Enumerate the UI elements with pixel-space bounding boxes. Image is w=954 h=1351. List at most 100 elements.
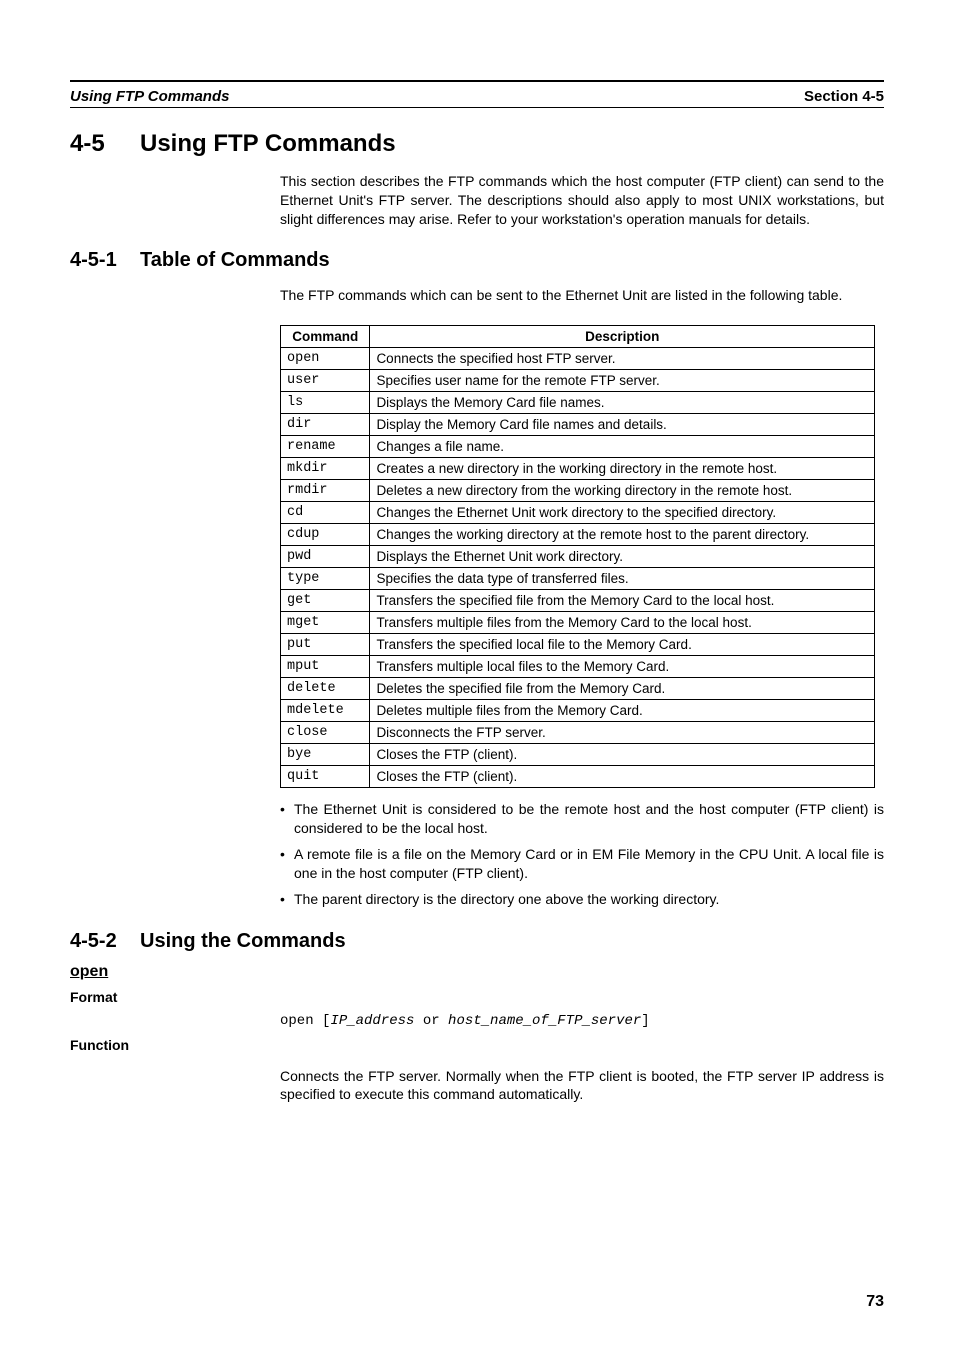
cmd-cell: dir — [281, 413, 370, 435]
subsection-1-intro: The FTP commands which can be sent to th… — [280, 286, 884, 305]
code-arg-ipaddress: IP_address — [330, 1013, 414, 1029]
cmd-cell: delete — [281, 677, 370, 699]
table-row: renameChanges a file name. — [281, 435, 875, 457]
desc-cell: Transfers multiple files from the Memory… — [370, 611, 875, 633]
note-text: The parent directory is the directory on… — [294, 890, 719, 910]
desc-cell: Transfers the specified file from the Me… — [370, 589, 875, 611]
table-row: quitCloses the FTP (client). — [281, 765, 875, 787]
table-row: getTransfers the specified file from the… — [281, 589, 875, 611]
subsection-1-number: 4-5-1 — [70, 249, 140, 272]
desc-cell: Changes the working directory at the rem… — [370, 523, 875, 545]
cmd-cell: quit — [281, 765, 370, 787]
open-format-code: open [IP_address or host_name_of_FTP_ser… — [280, 1013, 884, 1029]
desc-cell: Deletes a new directory from the working… — [370, 479, 875, 501]
cmd-cell: get — [281, 589, 370, 611]
desc-cell: Changes a file name. — [370, 435, 875, 457]
cmd-cell: pwd — [281, 545, 370, 567]
function-label: Function — [70, 1037, 884, 1053]
code-arg-hostname: host_name_of_FTP_server — [448, 1013, 641, 1029]
cmd-cell: user — [281, 369, 370, 391]
running-head-right: Section 4-5 — [804, 88, 884, 105]
cmd-cell: mdelete — [281, 699, 370, 721]
desc-cell: Display the Memory Card file names and d… — [370, 413, 875, 435]
table-row: dirDisplay the Memory Card file names an… — [281, 413, 875, 435]
desc-cell: Displays the Memory Card file names. — [370, 391, 875, 413]
open-function-text: Connects the FTP server. Normally when t… — [280, 1067, 884, 1105]
cmd-cell: mkdir — [281, 457, 370, 479]
table-header-row: Command Description — [281, 325, 875, 347]
cmd-cell: rename — [281, 435, 370, 457]
desc-cell: Connects the specified host FTP server. — [370, 347, 875, 369]
commands-table: Command Description openConnects the spe… — [280, 325, 875, 788]
desc-cell: Specifies the data type of transferred f… — [370, 567, 875, 589]
desc-cell: Disconnects the FTP server. — [370, 721, 875, 743]
cmd-cell: mget — [281, 611, 370, 633]
notes-list: •The Ethernet Unit is considered to be t… — [280, 800, 884, 910]
desc-cell: Deletes multiple files from the Memory C… — [370, 699, 875, 721]
subsection-2-number: 4-5-2 — [70, 930, 140, 953]
rule-top-thick — [70, 80, 884, 82]
code-prefix: open [ — [280, 1013, 330, 1029]
table-row: deleteDeletes the specified file from th… — [281, 677, 875, 699]
table-row: rmdirDeletes a new directory from the wo… — [281, 479, 875, 501]
table-row: cdChanges the Ethernet Unit work directo… — [281, 501, 875, 523]
code-or: or — [414, 1013, 448, 1029]
table-row: typeSpecifies the data type of transferr… — [281, 567, 875, 589]
table-row: cdupChanges the working directory at the… — [281, 523, 875, 545]
document-page: Using FTP Commands Section 4-5 4-5Using … — [0, 0, 954, 1351]
section-heading: 4-5Using FTP Commands — [70, 130, 884, 158]
note-item: •The parent directory is the directory o… — [280, 890, 884, 910]
table-row: pwdDisplays the Ethernet Unit work direc… — [281, 545, 875, 567]
desc-cell: Changes the Ethernet Unit work directory… — [370, 501, 875, 523]
note-text: A remote file is a file on the Memory Ca… — [294, 845, 884, 884]
bullet-icon: • — [280, 845, 294, 884]
section-number: 4-5 — [70, 130, 140, 158]
table-row: mputTransfers multiple local files to th… — [281, 655, 875, 677]
table-row: putTransfers the specified local file to… — [281, 633, 875, 655]
cmd-cell: put — [281, 633, 370, 655]
running-head: Using FTP Commands Section 4-5 — [70, 86, 884, 107]
table-row: mdeleteDeletes multiple files from the M… — [281, 699, 875, 721]
note-item: •The Ethernet Unit is considered to be t… — [280, 800, 884, 839]
format-label: Format — [70, 989, 884, 1005]
running-head-left: Using FTP Commands — [70, 88, 229, 105]
section-title-text: Using FTP Commands — [140, 130, 396, 157]
command-open-heading: open — [70, 963, 884, 981]
table-row: lsDisplays the Memory Card file names. — [281, 391, 875, 413]
table-row: userSpecifies user name for the remote F… — [281, 369, 875, 391]
cmd-cell: cdup — [281, 523, 370, 545]
table-row: mkdirCreates a new directory in the work… — [281, 457, 875, 479]
bullet-icon: • — [280, 890, 294, 910]
cmd-cell: ls — [281, 391, 370, 413]
header-command: Command — [281, 325, 370, 347]
subsection-1-title-text: Table of Commands — [140, 249, 330, 271]
desc-cell: Closes the FTP (client). — [370, 743, 875, 765]
desc-cell: Displays the Ethernet Unit work director… — [370, 545, 875, 567]
cmd-cell: rmdir — [281, 479, 370, 501]
cmd-cell: bye — [281, 743, 370, 765]
subsection-1-heading: 4-5-1Table of Commands — [70, 249, 884, 272]
desc-cell: Transfers multiple local files to the Me… — [370, 655, 875, 677]
desc-cell: Creates a new directory in the working d… — [370, 457, 875, 479]
header-description: Description — [370, 325, 875, 347]
table-row: mgetTransfers multiple files from the Me… — [281, 611, 875, 633]
cmd-cell: mput — [281, 655, 370, 677]
table-row: closeDisconnects the FTP server. — [281, 721, 875, 743]
subsection-2-title-text: Using the Commands — [140, 930, 346, 952]
desc-cell: Specifies user name for the remote FTP s… — [370, 369, 875, 391]
cmd-cell: type — [281, 567, 370, 589]
bullet-icon: • — [280, 800, 294, 839]
table-row: openConnects the specified host FTP serv… — [281, 347, 875, 369]
page-number: 73 — [866, 1293, 884, 1311]
subsection-2-heading: 4-5-2Using the Commands — [70, 930, 884, 953]
desc-cell: Transfers the specified local file to th… — [370, 633, 875, 655]
table-row: byeCloses the FTP (client). — [281, 743, 875, 765]
section-intro: This section describes the FTP commands … — [280, 172, 884, 229]
code-suffix: ] — [641, 1013, 649, 1029]
cmd-cell: open — [281, 347, 370, 369]
note-item: •A remote file is a file on the Memory C… — [280, 845, 884, 884]
cmd-cell: cd — [281, 501, 370, 523]
rule-top-thin — [70, 107, 884, 108]
note-text: The Ethernet Unit is considered to be th… — [294, 800, 884, 839]
desc-cell: Deletes the specified file from the Memo… — [370, 677, 875, 699]
